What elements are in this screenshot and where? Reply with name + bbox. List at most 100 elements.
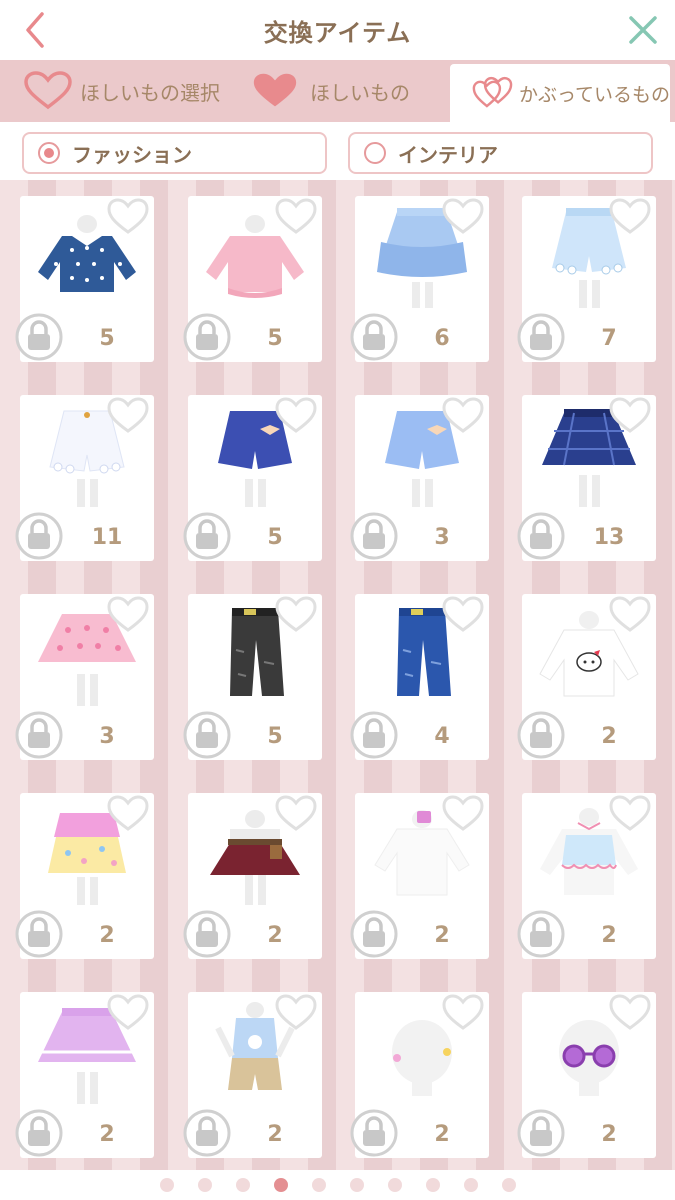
close-icon[interactable] bbox=[623, 10, 663, 50]
lock-icon[interactable] bbox=[349, 1108, 399, 1158]
page-dot[interactable] bbox=[311, 1178, 326, 1192]
lock-icon[interactable] bbox=[14, 909, 64, 959]
item-count: 5 bbox=[99, 326, 115, 351]
favorite-heart-icon[interactable] bbox=[608, 795, 652, 833]
favorite-heart-icon[interactable] bbox=[441, 198, 485, 236]
pagination bbox=[0, 1170, 675, 1200]
favorite-heart-icon[interactable] bbox=[274, 397, 318, 435]
favorite-heart-icon[interactable] bbox=[106, 596, 150, 634]
item-card[interactable]: 4 bbox=[350, 594, 489, 760]
item-card[interactable]: 5 bbox=[183, 594, 322, 760]
page-dot[interactable] bbox=[349, 1178, 364, 1192]
tab-label: ほしいもの bbox=[310, 80, 410, 105]
favorite-heart-icon[interactable] bbox=[106, 994, 150, 1032]
item-count: 2 bbox=[601, 923, 617, 948]
lock-icon[interactable] bbox=[14, 511, 64, 561]
page-dot[interactable] bbox=[273, 1178, 288, 1192]
lock-icon[interactable] bbox=[182, 909, 232, 959]
item-card[interactable]: 2 bbox=[15, 992, 154, 1158]
item-card[interactable]: 3 bbox=[15, 594, 154, 760]
item-card[interactable]: 2 bbox=[517, 594, 656, 760]
favorite-heart-icon[interactable] bbox=[441, 397, 485, 435]
item-count: 7 bbox=[601, 326, 617, 351]
item-card[interactable]: 2 bbox=[183, 793, 322, 959]
page-dot[interactable] bbox=[463, 1178, 478, 1192]
page-dot[interactable] bbox=[235, 1178, 250, 1192]
lock-icon[interactable] bbox=[182, 710, 232, 760]
chevron-left-icon[interactable] bbox=[18, 10, 58, 50]
filter-label: ファッション bbox=[72, 142, 192, 167]
heart-outline-icon bbox=[24, 71, 72, 110]
item-count: 5 bbox=[267, 724, 283, 749]
item-count: 2 bbox=[601, 1122, 617, 1147]
lock-icon[interactable] bbox=[182, 1108, 232, 1158]
item-count: 2 bbox=[434, 1122, 450, 1147]
favorite-heart-icon[interactable] bbox=[608, 397, 652, 435]
tab-bar: ほしいもの選択 ほしいもの かぶっているもの bbox=[0, 60, 675, 122]
tab-label: ほしいもの選択 bbox=[80, 80, 220, 105]
tab-wish[interactable]: ほしいもの bbox=[250, 60, 410, 122]
favorite-heart-icon[interactable] bbox=[441, 596, 485, 634]
lock-icon[interactable] bbox=[516, 909, 566, 959]
page-dot[interactable] bbox=[159, 1178, 174, 1192]
item-card[interactable]: 2 bbox=[350, 793, 489, 959]
favorite-heart-icon[interactable] bbox=[441, 994, 485, 1032]
item-card[interactable]: 2 bbox=[15, 793, 154, 959]
page-title: 交換アイテム bbox=[263, 18, 412, 47]
page-dot[interactable] bbox=[387, 1178, 402, 1192]
item-card[interactable]: 2 bbox=[350, 992, 489, 1158]
item-card[interactable]: 7 bbox=[517, 196, 656, 362]
item-card[interactable]: 13 bbox=[517, 395, 656, 561]
item-card[interactable]: 5 bbox=[183, 395, 322, 561]
lock-icon[interactable] bbox=[516, 312, 566, 362]
filter-fashion[interactable]: ファッション bbox=[22, 132, 327, 174]
lock-icon[interactable] bbox=[182, 511, 232, 561]
tab-duplicates[interactable]: かぶっているもの bbox=[450, 64, 670, 122]
page-dot[interactable] bbox=[197, 1178, 212, 1192]
item-count: 2 bbox=[99, 923, 115, 948]
lock-icon[interactable] bbox=[349, 511, 399, 561]
item-count: 4 bbox=[434, 724, 450, 749]
double-heart-icon bbox=[472, 76, 513, 108]
lock-icon[interactable] bbox=[349, 909, 399, 959]
item-card[interactable]: 2 bbox=[183, 992, 322, 1158]
item-count: 6 bbox=[434, 326, 450, 351]
lock-icon[interactable] bbox=[349, 312, 399, 362]
favorite-heart-icon[interactable] bbox=[608, 198, 652, 236]
filter-label: インテリア bbox=[398, 142, 498, 167]
lock-icon[interactable] bbox=[182, 312, 232, 362]
favorite-heart-icon[interactable] bbox=[274, 994, 318, 1032]
lock-icon[interactable] bbox=[516, 511, 566, 561]
item-count: 2 bbox=[267, 1122, 283, 1147]
lock-icon[interactable] bbox=[516, 1108, 566, 1158]
favorite-heart-icon[interactable] bbox=[274, 596, 318, 634]
lock-icon[interactable] bbox=[14, 312, 64, 362]
tab-wish-select[interactable]: ほしいもの選択 bbox=[22, 60, 220, 122]
favorite-heart-icon[interactable] bbox=[106, 795, 150, 833]
tab-label: かぶっているもの bbox=[518, 83, 670, 106]
favorite-heart-icon[interactable] bbox=[608, 596, 652, 634]
item-card[interactable]: 2 bbox=[517, 992, 656, 1158]
page-dot[interactable] bbox=[501, 1178, 516, 1192]
favorite-heart-icon[interactable] bbox=[106, 198, 150, 236]
item-card[interactable]: 6 bbox=[350, 196, 489, 362]
lock-icon[interactable] bbox=[349, 710, 399, 760]
item-card[interactable]: 3 bbox=[350, 395, 489, 561]
item-card[interactable]: 11 bbox=[15, 395, 154, 561]
item-card[interactable]: 2 bbox=[517, 793, 656, 959]
item-count: 2 bbox=[434, 923, 450, 948]
heart-filled-icon bbox=[253, 73, 297, 107]
favorite-heart-icon[interactable] bbox=[274, 795, 318, 833]
favorite-heart-icon[interactable] bbox=[441, 795, 485, 833]
lock-icon[interactable] bbox=[14, 1108, 64, 1158]
item-card[interactable]: 5 bbox=[183, 196, 322, 362]
radio-selected-icon bbox=[38, 142, 60, 164]
favorite-heart-icon[interactable] bbox=[106, 397, 150, 435]
page-dot[interactable] bbox=[425, 1178, 440, 1192]
filter-interior[interactable]: インテリア bbox=[348, 132, 653, 174]
lock-icon[interactable] bbox=[14, 710, 64, 760]
item-card[interactable]: 5 bbox=[15, 196, 154, 362]
lock-icon[interactable] bbox=[516, 710, 566, 760]
favorite-heart-icon[interactable] bbox=[608, 994, 652, 1032]
favorite-heart-icon[interactable] bbox=[274, 198, 318, 236]
